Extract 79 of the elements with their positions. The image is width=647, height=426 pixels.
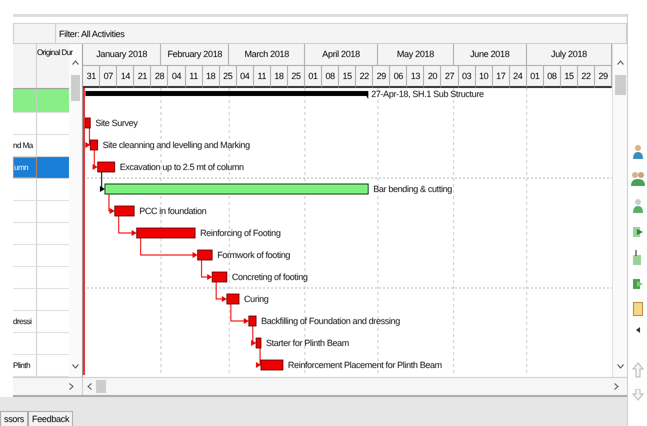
link-arrow [256,348,262,368]
activity-label: PCC in foundation [139,206,206,216]
week-header: 01 [526,66,544,88]
activity-label: Formwork of footing [217,250,290,260]
week-header: 10 [476,66,493,88]
vertical-scrollbar[interactable] [612,44,627,377]
link-arrow [92,150,98,170]
people-icon[interactable] [630,171,644,187]
week-header: 27 [441,66,459,88]
week-header: 11 [254,66,271,88]
scroll-thumb[interactable] [71,75,80,101]
activity-name-cell: dressi [13,317,32,326]
link-arrow [108,194,115,214]
week-header: 04 [168,66,186,88]
week-header: 08 [544,66,561,88]
week-header: 01 [304,66,322,88]
scroll-left-icon[interactable] [87,383,92,390]
link-arrow [85,128,90,148]
activity-name-cell: umn [14,163,28,172]
week-header: 15 [339,66,356,88]
filter-label: Filter: All Activities [59,28,124,38]
activity-label: Backfilling of Foundation and dressing [261,316,400,326]
activity-label: Concreting of footing [232,272,308,282]
activity-label: 27-Apr-18, SH.1 Sub Structure [371,89,484,99]
scroll-down-icon[interactable] [71,362,80,371]
activity-name-cell: nd Ma [13,141,33,150]
scroll-down-icon[interactable] [616,362,625,371]
scroll-up-icon[interactable] [616,58,625,67]
scroll-up-icon[interactable] [71,58,80,67]
week-header: 31 [83,66,100,88]
activity-label: Starter for Plinth Beam [266,338,350,348]
week-header: 25 [220,66,237,88]
activity-label: Reinforcing of Footing [200,228,281,238]
collapse-icon[interactable] [636,327,640,333]
link-arrow [216,282,227,302]
week-header: 11 [186,66,203,88]
week-header: 06 [390,66,408,88]
activity-label: Site Survey [95,118,138,128]
week-header: 18 [202,66,220,88]
activity-label: Reinforcement Placement for Plinth Beam [288,360,442,370]
week-header: 18 [270,66,288,88]
activity-bar[interactable] [104,184,369,194]
week-header: 21 [134,66,152,88]
week-header: 24 [510,66,527,88]
link-arrow [230,304,249,324]
link-arrow [100,172,106,192]
summary-bar[interactable] [86,91,368,99]
scroll-right-icon[interactable] [614,383,619,390]
week-header: 25 [288,66,305,88]
week-header: 07 [100,66,118,88]
week-header: 29 [373,66,390,88]
link-arrow [201,260,212,280]
scroll-thumb[interactable] [614,75,626,95]
week-header: 04 [236,66,254,88]
bottom-tab[interactable]: Feedback [28,411,74,426]
person-icon[interactable] [632,144,644,160]
week-header: 20 [424,66,442,88]
activity-name-cell: Plinth [13,361,30,370]
bottom-tab[interactable]: ssors [0,411,28,426]
week-header: 15 [560,66,578,88]
week-header: 14 [117,66,134,88]
activity-label: Bar bending & cutting [373,184,452,194]
person-icon[interactable] [632,198,644,214]
week-header: 17 [492,66,510,88]
week-header: 22 [356,66,374,88]
link-arrow [118,216,137,236]
week-header: 08 [322,66,340,88]
week-header: 03 [458,66,476,88]
activity-label: Site cleanning and levelling and Marking [102,140,250,150]
link-arrow [251,326,256,346]
scroll-right-icon[interactable] [69,383,74,390]
week-header: 22 [578,66,596,88]
activity-label: Curing [244,294,269,304]
week-header: 13 [407,66,424,88]
link-arrow [140,238,198,258]
activity-label: Excavation up to 2.5 mt of column [120,162,244,172]
scroll-thumb[interactable] [96,380,106,393]
document-icon[interactable] [632,302,642,316]
week-header: 28 [151,66,168,88]
